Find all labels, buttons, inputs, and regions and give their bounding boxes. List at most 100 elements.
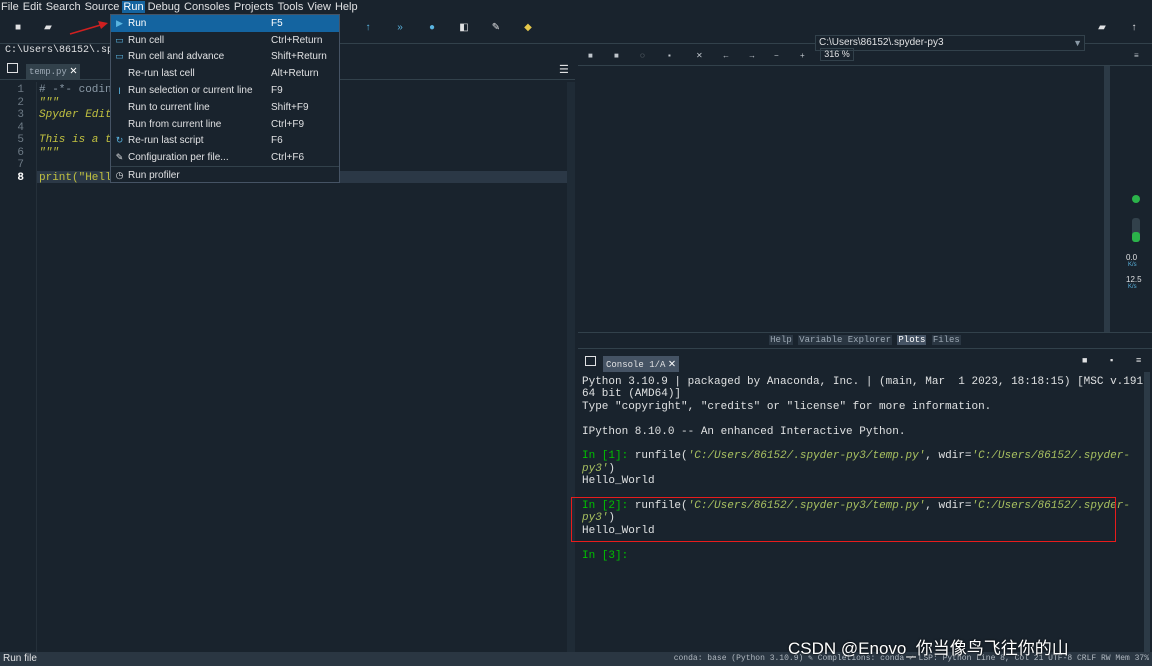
line-number: 7 bbox=[17, 159, 24, 171]
console-output-line: Hello_World bbox=[582, 475, 655, 488]
menu-edit[interactable]: Edit bbox=[22, 1, 43, 13]
menu-projects[interactable]: Projects bbox=[233, 1, 275, 13]
net-rate-unit: K/s bbox=[1128, 262, 1137, 268]
browse-folder-icon[interactable]: ▰ bbox=[1096, 22, 1108, 34]
menu-item-label: Run cell and advance bbox=[128, 51, 225, 63]
next-plot-icon[interactable]: → bbox=[748, 51, 756, 60]
stop-kernel-icon[interactable]: ■ bbox=[1082, 355, 1087, 365]
annotation-arrow-icon bbox=[69, 21, 108, 35]
menu-item-run-cell-advance[interactable]: ▭ Run cell and advance Shift+Return bbox=[111, 49, 339, 66]
code-line: print("Hell bbox=[39, 171, 112, 184]
menu-item-run-selection[interactable]: I Run selection or current line F9 bbox=[111, 82, 339, 99]
console-options-icon[interactable]: ≡ bbox=[1136, 355, 1141, 365]
line-number: 5 bbox=[17, 134, 24, 146]
menu-item-run-from-current-line[interactable]: Run from current line Ctrl+F9 bbox=[111, 116, 339, 133]
run-cell-advance-icon: ▭ bbox=[115, 51, 124, 62]
remove-plot-icon[interactable]: ▪ bbox=[668, 51, 671, 60]
menu-item-label: Re-run last cell bbox=[128, 68, 195, 80]
tab-files[interactable]: Files bbox=[931, 335, 961, 345]
menu-debug[interactable]: Debug bbox=[147, 1, 181, 13]
menu-tools[interactable]: Tools bbox=[277, 1, 305, 13]
menu-source[interactable]: Source bbox=[84, 1, 121, 13]
plots-scrollbar[interactable] bbox=[1104, 66, 1110, 332]
browse-tabs-icon[interactable] bbox=[7, 63, 18, 73]
tab-console-1[interactable]: Console 1/A ✕ bbox=[603, 356, 679, 372]
menu-item-run-profiler[interactable]: ◷ Run profiler bbox=[111, 166, 339, 183]
menu-item-run[interactable]: ▶ Run F5 bbox=[111, 15, 339, 32]
line-number: 3 bbox=[17, 109, 24, 121]
string-literal: py3' bbox=[582, 462, 609, 475]
hamburger-menu-icon[interactable]: ☰ bbox=[559, 63, 569, 76]
menu-consoles[interactable]: Consoles bbox=[183, 1, 231, 13]
code-line: """ bbox=[39, 146, 59, 159]
menu-item-shortcut: Ctrl+Return bbox=[271, 34, 323, 46]
menu-view[interactable]: View bbox=[306, 1, 332, 13]
string-literal: 'C:/Users/86152/.spyder-py3/temp.py' bbox=[687, 450, 926, 463]
maximize-pane-icon[interactable]: ◧ bbox=[458, 22, 470, 34]
save-all-plots-icon[interactable]: ■ bbox=[614, 51, 619, 60]
menu-item-run-to-current-line[interactable]: Run to current line Shift+F9 bbox=[111, 99, 339, 116]
tab-temp-py[interactable]: temp.py ✕ bbox=[26, 64, 81, 79]
menu-help[interactable]: Help bbox=[334, 1, 359, 13]
plot-zoom-field[interactable]: 316 % bbox=[820, 48, 854, 61]
line-number: 1 bbox=[17, 84, 24, 96]
menu-item-configuration-per-file[interactable]: ✎ Configuration per file... Ctrl+F6 bbox=[111, 149, 339, 166]
plots-toolbar: ■ ■ ◌ ▪ ✕ ← → − + ≡ bbox=[578, 44, 1152, 66]
status-message: Run file bbox=[3, 653, 37, 664]
preferences-wrench-icon[interactable]: ✎ bbox=[490, 22, 502, 34]
menu-item-shortcut: Ctrl+F9 bbox=[271, 118, 305, 130]
continue-icon[interactable]: » bbox=[394, 22, 406, 34]
menu-item-rerun-last-cell[interactable]: Re-run last cell Alt+Return bbox=[111, 65, 339, 82]
run-menu-dropdown: ▶ Run F5 ▭ Run cell Ctrl+Return ▭ Run ce… bbox=[110, 14, 340, 183]
command-text: ) bbox=[608, 462, 616, 475]
menu-run[interactable]: Run bbox=[122, 1, 145, 13]
annotation-highlight-box bbox=[571, 497, 1116, 542]
net-rate-value: 12.5 bbox=[1126, 275, 1142, 284]
pane-options-icon[interactable]: ≡ bbox=[1134, 51, 1139, 60]
plots-canvas bbox=[578, 66, 1110, 332]
new-file-icon[interactable]: ■ bbox=[12, 22, 24, 34]
open-file-icon[interactable]: ▰ bbox=[42, 22, 54, 34]
close-icon[interactable]: ✕ bbox=[70, 64, 77, 78]
copy-plot-icon[interactable]: ◌ bbox=[640, 51, 645, 60]
browse-consoles-icon[interactable] bbox=[585, 356, 596, 366]
zoom-out-icon[interactable]: − bbox=[774, 51, 779, 60]
zoom-in-icon[interactable]: + bbox=[800, 51, 805, 60]
console-output-line: IPython 8.10.0 -- An enhanced Interactiv… bbox=[582, 425, 906, 438]
close-icon[interactable]: ✕ bbox=[668, 357, 675, 371]
run-selection-icon: I bbox=[118, 85, 121, 96]
console-more-icon[interactable]: ▪ bbox=[1110, 355, 1113, 365]
menu-item-label: Run profiler bbox=[128, 169, 180, 181]
code-line: This is a t bbox=[39, 134, 112, 146]
previous-plot-icon[interactable]: ← bbox=[722, 51, 730, 60]
menu-search[interactable]: Search bbox=[45, 1, 82, 13]
menu-item-shortcut: Shift+F9 bbox=[271, 101, 309, 113]
tab-variable-explorer[interactable]: Variable Explorer bbox=[798, 335, 892, 345]
wrench-icon: ✎ bbox=[115, 152, 124, 163]
line-number: 2 bbox=[17, 96, 24, 109]
input-prompt: In [1]: bbox=[582, 450, 629, 463]
console-output-line: Type "copyright", "credits" or "license"… bbox=[582, 400, 992, 413]
step-icon[interactable]: ↑ bbox=[362, 22, 374, 34]
line-number-gutter: 1 2 3 4 5 6 7 8 bbox=[0, 82, 34, 652]
console-scrollbar[interactable] bbox=[1144, 372, 1150, 652]
menu-item-run-cell[interactable]: ▭ Run cell Ctrl+Return bbox=[111, 32, 339, 49]
tab-plots[interactable]: Plots bbox=[897, 335, 927, 345]
command-text: , wdir= bbox=[925, 450, 972, 463]
editor-scrollbar[interactable] bbox=[567, 82, 575, 652]
remove-all-plots-icon[interactable]: ✕ bbox=[696, 51, 703, 60]
tab-help[interactable]: Help bbox=[769, 335, 793, 345]
menu-item-rerun-last-script[interactable]: ↻ Re-run last script F6 bbox=[111, 133, 339, 150]
python-path-icon[interactable]: ◆ bbox=[522, 22, 534, 34]
menu-file[interactable]: File bbox=[0, 1, 20, 13]
play-icon: ▶ bbox=[116, 17, 123, 28]
parent-dir-icon[interactable]: ↑ bbox=[1128, 22, 1140, 34]
console-tab-label: Console 1/A bbox=[606, 360, 666, 370]
stop-debug-icon[interactable]: ● bbox=[426, 22, 438, 34]
menu-item-shortcut: Shift+Return bbox=[271, 51, 327, 63]
menu-item-label: Re-run last script bbox=[128, 135, 204, 147]
save-plot-icon[interactable]: ■ bbox=[588, 51, 593, 60]
clock-icon: ◷ bbox=[115, 169, 124, 180]
console-output-line: Python 3.10.9 | packaged by Anaconda, In… bbox=[582, 376, 1150, 388]
tab-label: temp.py bbox=[29, 67, 67, 77]
